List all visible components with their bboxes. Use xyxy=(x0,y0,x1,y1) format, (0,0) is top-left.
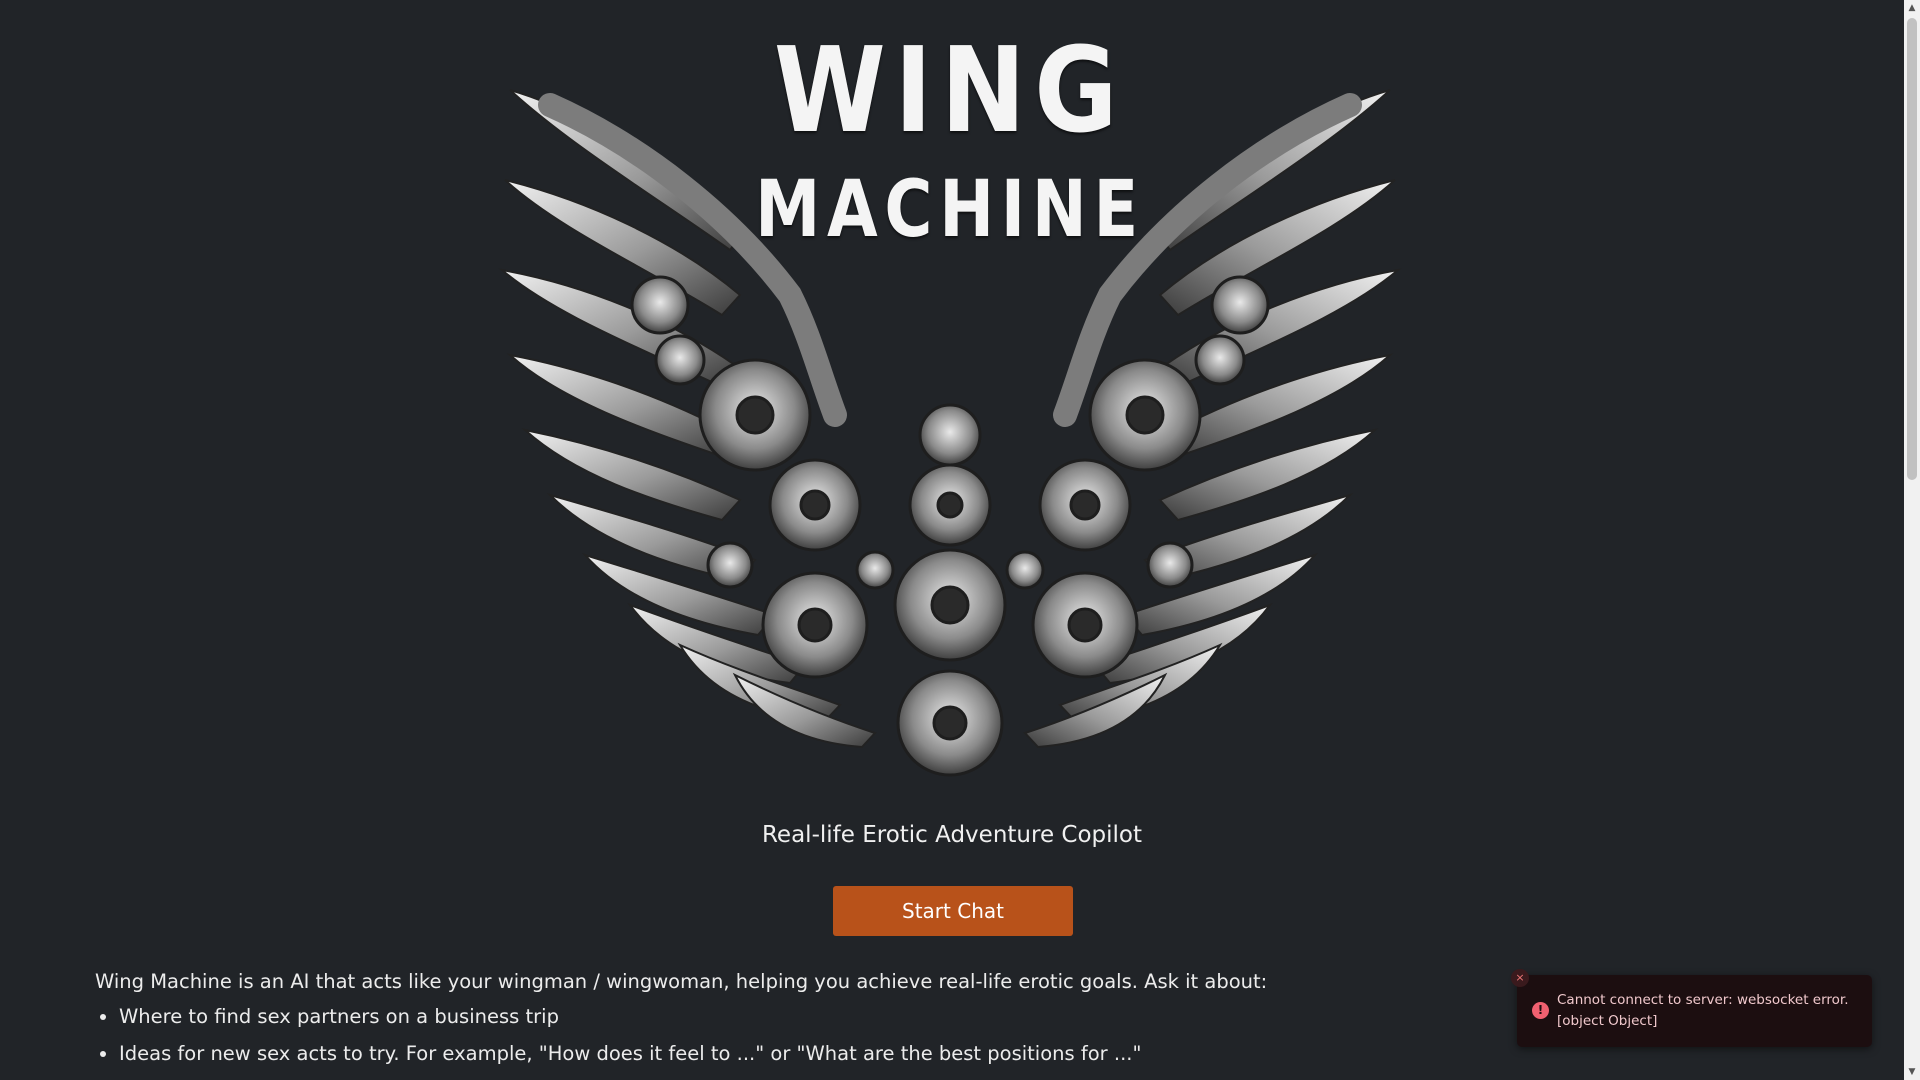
vertical-scrollbar[interactable]: ▲ ▼ xyxy=(1904,0,1920,1080)
logo-title-line1: WING xyxy=(773,21,1127,159)
examples-list: Where to find sex partners on a business… xyxy=(95,1005,1141,1079)
gears-cluster xyxy=(630,275,1270,777)
page: WING MACHINE Real-life Erotic Adventure … xyxy=(0,0,1904,1080)
intro-paragraph: Wing Machine is an AI that acts like you… xyxy=(95,970,1268,993)
list-item: Where to find sex partners on a business… xyxy=(119,1005,1141,1028)
error-message: Cannot connect to server: websocket erro… xyxy=(1557,992,1849,1029)
logo-title-line2: MACHINE xyxy=(755,165,1145,255)
list-item: Ideas for new sex acts to try. For examp… xyxy=(119,1042,1141,1065)
wing-machine-logo: WING MACHINE xyxy=(490,15,1410,795)
scroll-down-arrow-icon[interactable]: ▼ xyxy=(1904,1064,1920,1080)
close-icon[interactable]: × xyxy=(1511,969,1529,987)
scrollbar-thumb[interactable] xyxy=(1907,18,1917,480)
tagline: Real-life Erotic Adventure Copilot xyxy=(761,822,1143,848)
scroll-up-arrow-icon[interactable]: ▲ xyxy=(1904,0,1920,16)
start-chat-button[interactable]: Start Chat xyxy=(833,886,1073,936)
error-toast: × ! Cannot connect to server: websocket … xyxy=(1511,969,1872,1047)
error-icon: ! xyxy=(1532,1002,1549,1019)
